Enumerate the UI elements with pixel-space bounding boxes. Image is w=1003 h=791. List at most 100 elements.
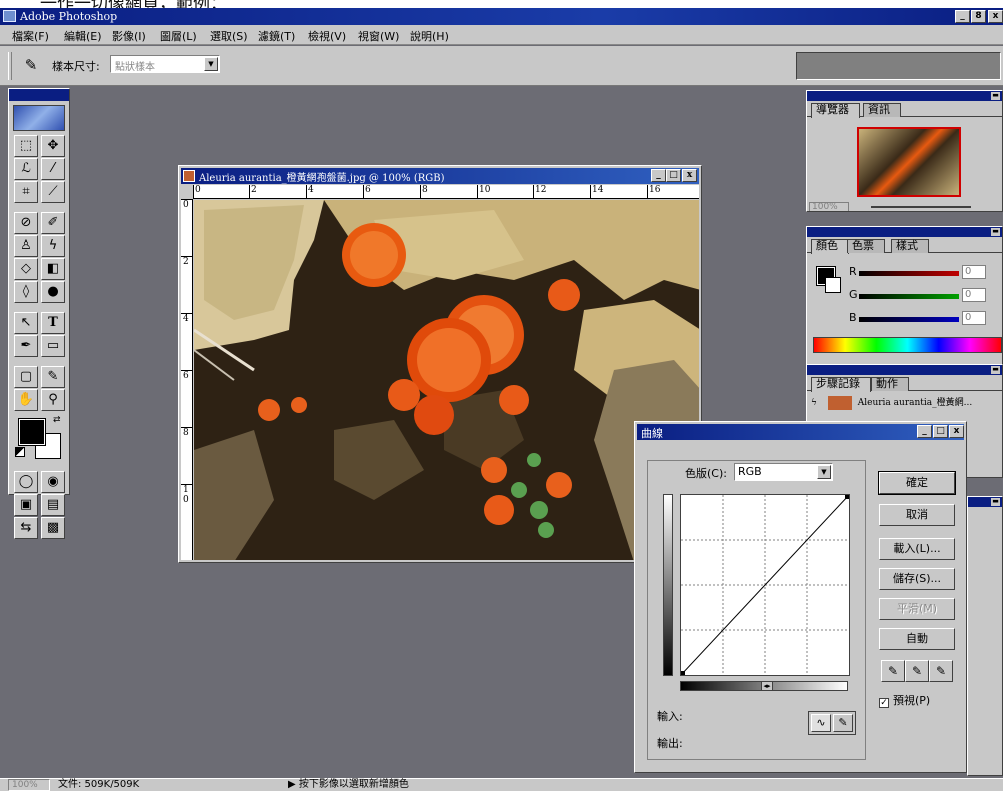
- palette-well[interactable]: [796, 52, 1001, 80]
- channel-select[interactable]: RGB ▼: [734, 463, 833, 481]
- marquee-tool-icon[interactable]: ⬚: [14, 135, 38, 157]
- chevron-down-icon[interactable]: ▼: [204, 57, 218, 71]
- path-selection-tool-icon[interactable]: ↖: [14, 312, 38, 334]
- tab-history[interactable]: 步驟記錄: [811, 377, 871, 392]
- quick-mask-mode-icon[interactable]: ◉: [41, 471, 65, 493]
- panel-minimize-icon[interactable]: ▬: [991, 366, 1000, 374]
- ok-button[interactable]: 確定: [878, 471, 956, 495]
- channel-b-value[interactable]: 0: [962, 311, 986, 325]
- jump-to-imageready-icon[interactable]: ⇆: [14, 517, 38, 539]
- toolbox-titlebar[interactable]: [9, 89, 69, 101]
- channel-g-slider[interactable]: [859, 294, 959, 299]
- color-panel-header[interactable]: ▬: [807, 227, 1002, 237]
- navigator-thumbnail[interactable]: [857, 127, 961, 197]
- dodge-tool-icon[interactable]: ●: [41, 281, 65, 303]
- fullscreen-mode-icon[interactable]: ▤: [41, 494, 65, 516]
- chevron-down-icon[interactable]: ▼: [817, 465, 831, 479]
- smooth-button[interactable]: 平滑(M): [879, 598, 955, 620]
- document-maximize-button[interactable]: □: [666, 169, 681, 182]
- brush-tool-icon[interactable]: ✐: [41, 212, 65, 234]
- status-zoom-field[interactable]: 100%: [8, 779, 50, 791]
- tab-navigator[interactable]: 導覽器: [811, 103, 860, 118]
- document-titlebar[interactable]: Aleuria aurantia_橙黃網孢盤菌.jpg @ 100% (RGB)…: [181, 168, 699, 184]
- history-brush-tool-icon[interactable]: ϟ: [41, 235, 65, 257]
- curve-mode-icon[interactable]: ∿: [811, 714, 831, 732]
- panel-minimize-icon[interactable]: ▬: [991, 498, 1000, 506]
- auto-button[interactable]: 自動: [879, 628, 955, 650]
- minimize-button[interactable]: _: [955, 10, 970, 23]
- menu-edit[interactable]: 編輯(E): [64, 28, 102, 44]
- color-bg-swatch[interactable]: [825, 277, 841, 293]
- sample-size-select[interactable]: 點狀樣本 ▼: [110, 55, 220, 73]
- restore-button[interactable]: 8: [971, 10, 986, 23]
- gray-eyedropper-icon[interactable]: ✎: [905, 660, 929, 682]
- type-tool-icon[interactable]: T: [41, 312, 65, 334]
- curves-titlebar[interactable]: 曲線 _ □ x: [637, 424, 964, 440]
- standard-mode-icon[interactable]: ◯: [14, 471, 38, 493]
- channel-r-value[interactable]: 0: [962, 265, 986, 279]
- gradient-tool-icon[interactable]: ◧: [41, 258, 65, 280]
- hand-tool-icon[interactable]: ✋: [14, 389, 38, 411]
- magic-wand-tool-icon[interactable]: ⁄: [41, 158, 65, 180]
- document-close-button[interactable]: x: [682, 169, 697, 182]
- curve-point-black[interactable]: [681, 671, 685, 675]
- curves-minimize-button[interactable]: _: [917, 425, 932, 438]
- close-button[interactable]: x: [988, 10, 1003, 23]
- menu-select[interactable]: 選取(S): [210, 28, 248, 44]
- cancel-button[interactable]: 取消: [879, 504, 955, 526]
- menu-layer[interactable]: 圖層(L): [160, 28, 197, 44]
- preview-checkbox[interactable]: ✓ 預視(P): [879, 692, 930, 708]
- eyedropper-icon[interactable]: ✎: [20, 56, 42, 76]
- curve-point-white[interactable]: [845, 495, 849, 499]
- pen-tool-icon[interactable]: ✒: [14, 335, 38, 357]
- gradient-toggle-icon[interactable]: ◂▸: [761, 681, 773, 691]
- panel-minimize-icon[interactable]: ▬: [991, 92, 1000, 100]
- tab-info[interactable]: 資訊: [863, 103, 901, 117]
- pencil-mode-icon[interactable]: ✎: [833, 714, 853, 732]
- curves-close-button[interactable]: x: [949, 425, 964, 438]
- history-panel-header[interactable]: ▬: [807, 365, 1002, 375]
- notes-tool-icon[interactable]: ▢: [14, 366, 38, 388]
- panel-minimize-icon[interactable]: ▬: [991, 228, 1000, 236]
- default-colors-icon[interactable]: [15, 447, 25, 457]
- black-eyedropper-icon[interactable]: ✎: [881, 660, 905, 682]
- photoshop-logo[interactable]: [13, 105, 65, 131]
- color-spectrum-bar[interactable]: [813, 337, 1002, 353]
- navigator-zoom-field[interactable]: 100%: [809, 202, 849, 211]
- tab-swatches[interactable]: 色票: [847, 239, 885, 253]
- image-canvas[interactable]: [194, 200, 699, 560]
- shape-tool-icon[interactable]: ▭: [41, 335, 65, 357]
- curve-graph[interactable]: [680, 494, 850, 676]
- zoom-tool-icon[interactable]: ⚲: [41, 389, 65, 411]
- lasso-tool-icon[interactable]: ℒ: [14, 158, 38, 180]
- channel-r-slider[interactable]: [859, 271, 959, 276]
- document-minimize-button[interactable]: _: [651, 169, 666, 182]
- menu-view[interactable]: 檢視(V): [308, 28, 346, 44]
- tab-color[interactable]: 顏色: [811, 239, 849, 254]
- white-eyedropper-icon[interactable]: ✎: [929, 660, 953, 682]
- menu-filter[interactable]: 濾鏡(T): [258, 28, 295, 44]
- eyedropper-tool-icon[interactable]: ✎: [41, 366, 65, 388]
- navigator-panel-header[interactable]: ▬: [807, 91, 1002, 101]
- healing-brush-tool-icon[interactable]: ⊘: [14, 212, 38, 234]
- clone-stamp-tool-icon[interactable]: ♙: [14, 235, 38, 257]
- curves-maximize-button[interactable]: □: [933, 425, 948, 438]
- slice-tool-icon[interactable]: ⟋: [41, 181, 65, 203]
- blur-tool-icon[interactable]: ◊: [14, 281, 38, 303]
- tab-actions[interactable]: 動作: [871, 377, 909, 391]
- menu-help[interactable]: 說明(H): [410, 28, 449, 44]
- history-item[interactable]: ϟ Aleuria aurantia_橙黃網...: [811, 395, 999, 413]
- load-button[interactable]: 載入(L)...: [879, 538, 955, 560]
- move-tool-icon[interactable]: ✥: [41, 135, 65, 157]
- screen-mode-icon[interactable]: ▣: [14, 494, 38, 516]
- crop-tool-icon[interactable]: ⌗: [14, 181, 38, 203]
- eraser-tool-icon[interactable]: ◇: [14, 258, 38, 280]
- channel-b-slider[interactable]: [859, 317, 959, 322]
- navigator-zoom-slider[interactable]: [871, 206, 971, 208]
- imageready-icon[interactable]: ▩: [41, 517, 65, 539]
- foreground-color-swatch[interactable]: [18, 418, 46, 446]
- layers-panel-header[interactable]: ▬: [968, 497, 1002, 507]
- options-bar-grip[interactable]: [8, 52, 12, 80]
- doc-info[interactable]: 文件: 509K/509K: [58, 779, 139, 791]
- save-button[interactable]: 儲存(S)...: [879, 568, 955, 590]
